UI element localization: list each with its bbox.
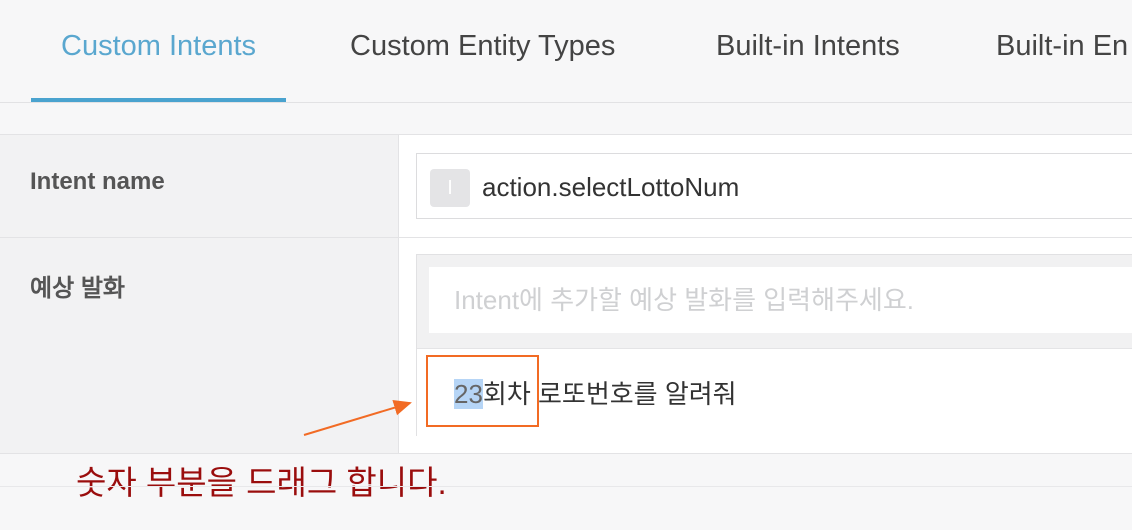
annotation-caption: 숫자 부분을 드래그 합니다. [76,464,447,501]
bottom-divider [0,486,1132,487]
annotation-arrow-icon [303,399,412,436]
